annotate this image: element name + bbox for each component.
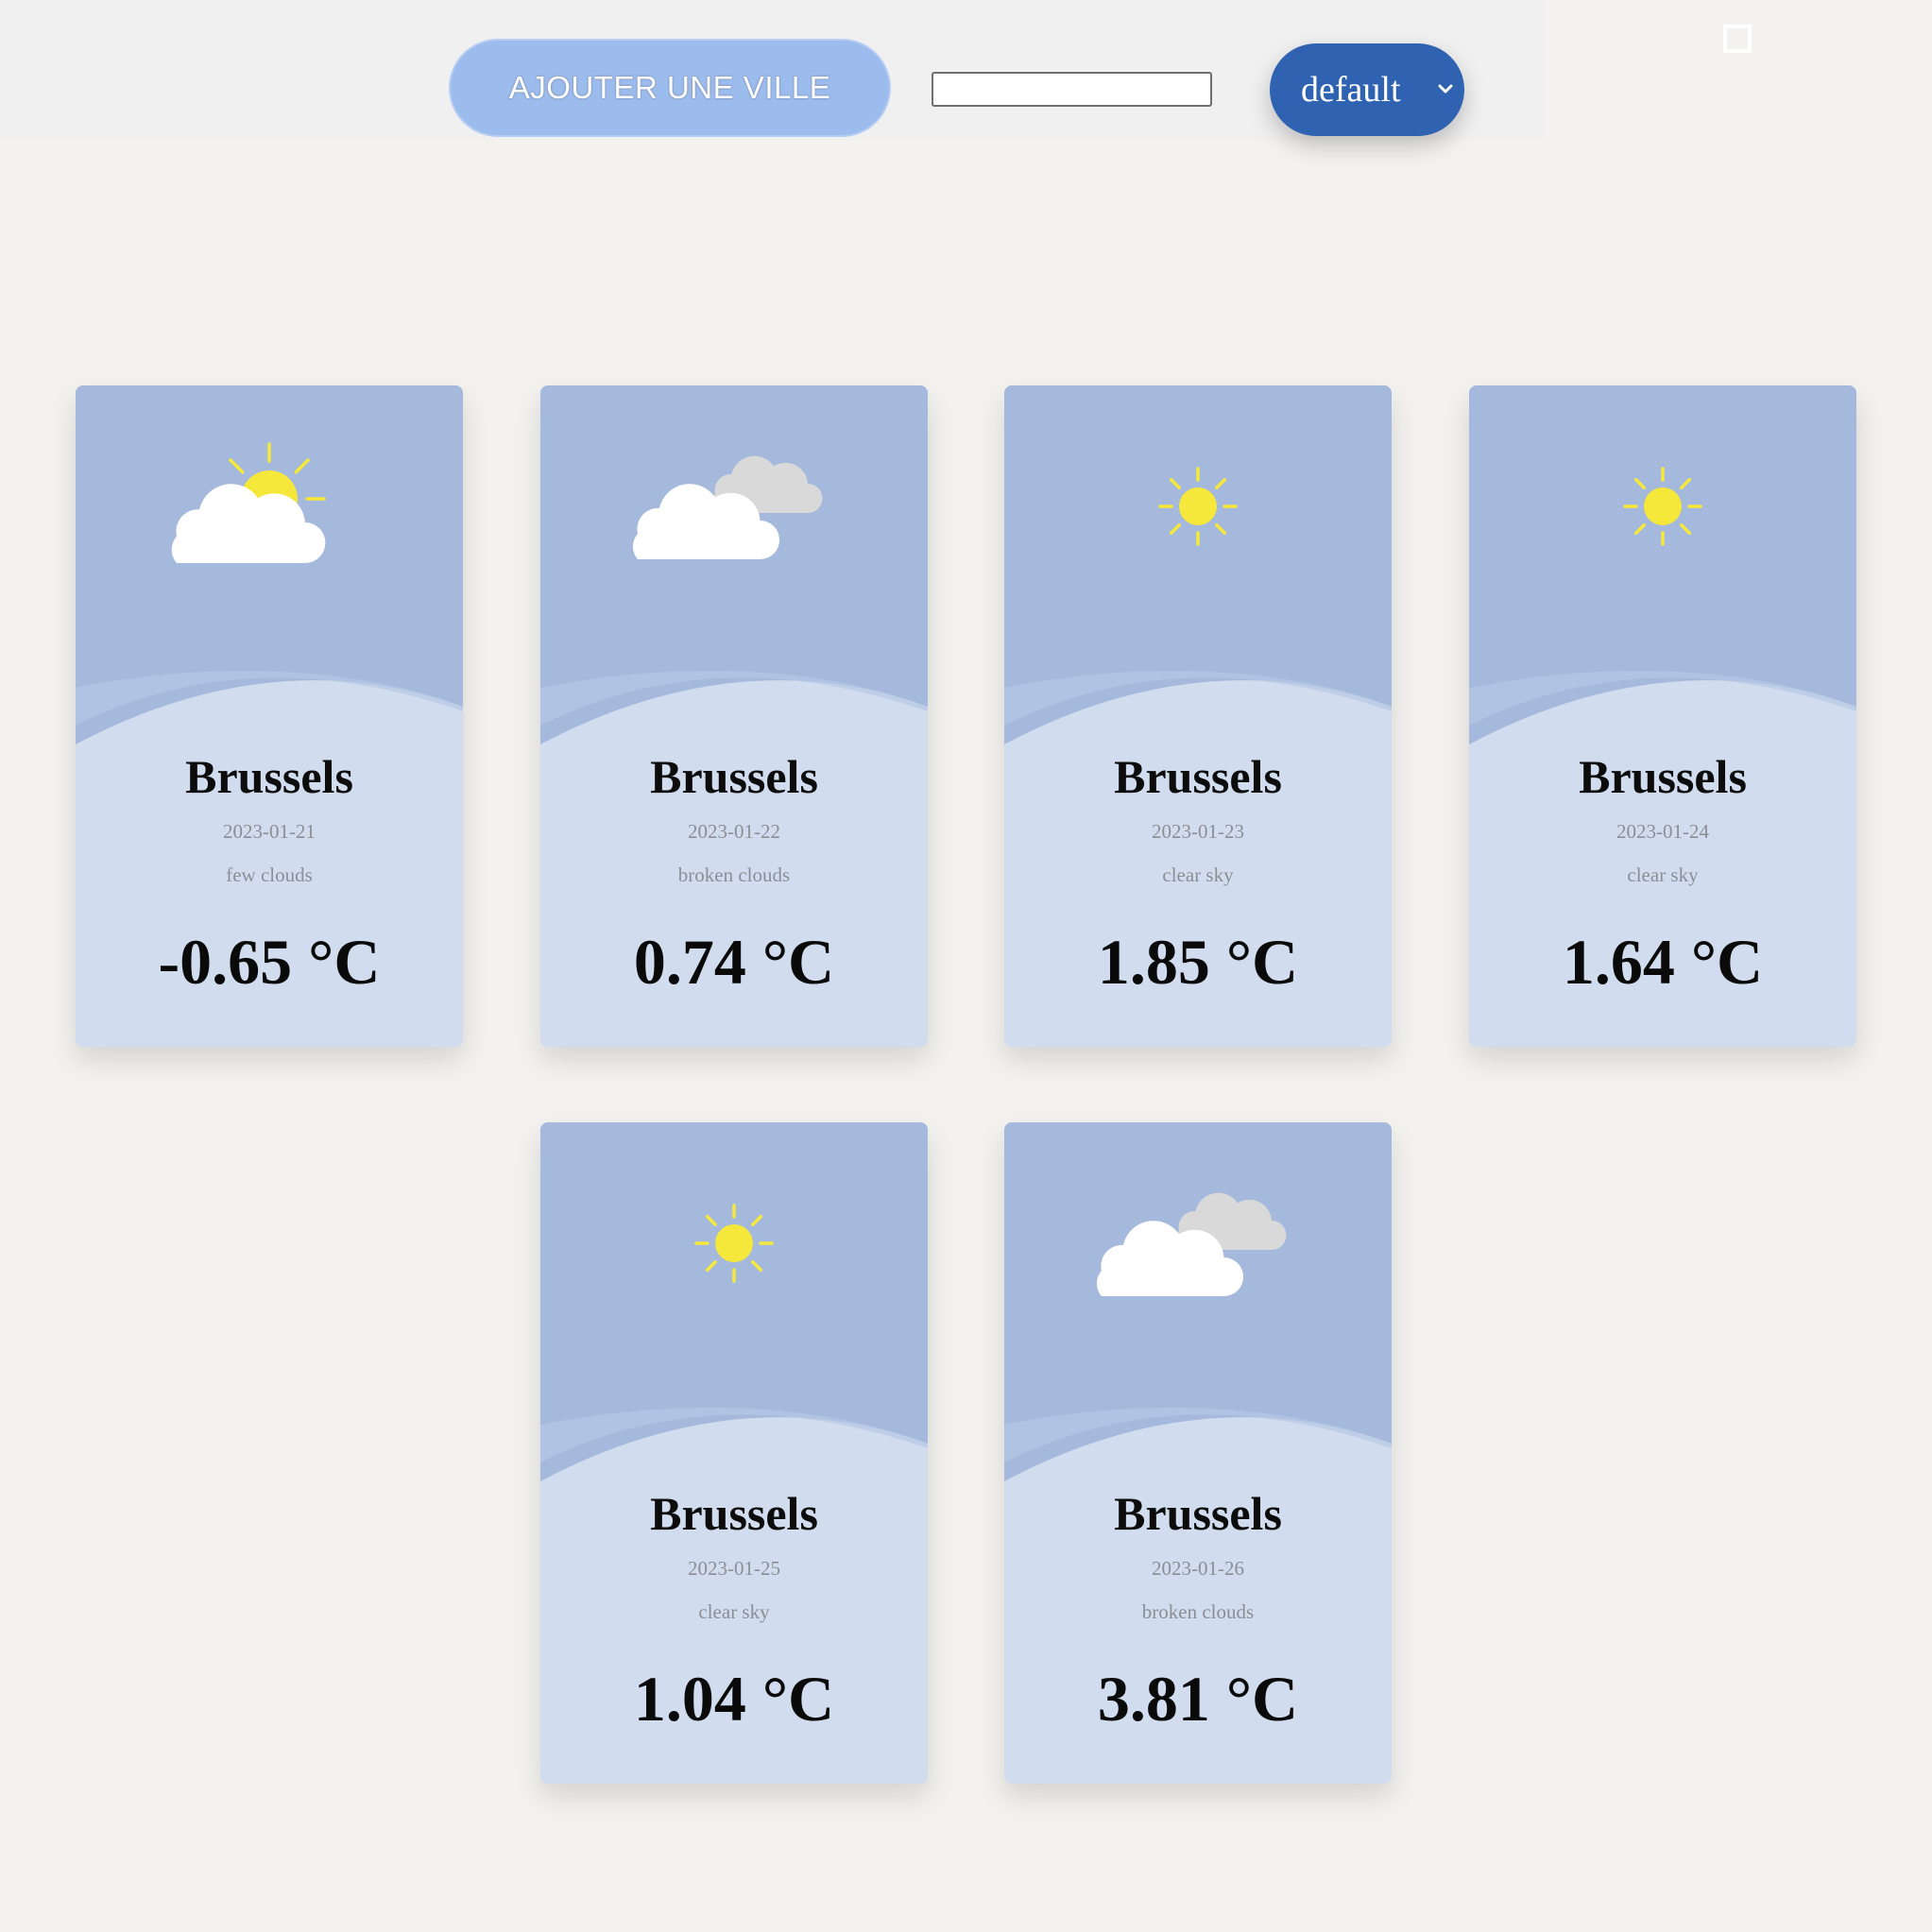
weather-card: Brussels 2023-01-25 clear sky 1.04 °C bbox=[540, 1122, 928, 1784]
card-description: clear sky bbox=[1162, 863, 1234, 886]
weather-card: Brussels 2023-01-21 few clouds -0.65 °C bbox=[76, 385, 463, 1047]
weather-card: Brussels 2023-01-26 broken clouds 3.81 °… bbox=[1004, 1122, 1392, 1784]
card-temperature: 0.74 °C bbox=[633, 926, 835, 998]
sun-behind-cloud-icon bbox=[76, 414, 463, 565]
card-city: Brussels bbox=[1579, 750, 1747, 803]
unit-select[interactable]: default bbox=[1270, 43, 1464, 136]
card-city: Brussels bbox=[650, 1487, 818, 1540]
card-city: Brussels bbox=[650, 750, 818, 803]
card-description: few clouds bbox=[226, 863, 313, 886]
sun-icon bbox=[1004, 414, 1392, 565]
sun-icon bbox=[1469, 414, 1856, 565]
corner-checkbox[interactable] bbox=[1723, 25, 1752, 53]
card-city: Brussels bbox=[185, 750, 353, 803]
card-temperature: 1.85 °C bbox=[1097, 926, 1299, 998]
card-temperature: 1.64 °C bbox=[1562, 926, 1764, 998]
weather-card: Brussels 2023-01-24 clear sky 1.64 °C bbox=[1469, 385, 1856, 1047]
weather-card: Brussels 2023-01-22 broken clouds 0.74 °… bbox=[540, 385, 928, 1047]
card-date: 2023-01-22 bbox=[688, 820, 780, 843]
card-description: clear sky bbox=[698, 1600, 770, 1623]
card-date: 2023-01-26 bbox=[1152, 1557, 1244, 1580]
card-date: 2023-01-25 bbox=[688, 1557, 780, 1580]
card-description: clear sky bbox=[1627, 863, 1699, 886]
card-temperature: 1.04 °C bbox=[633, 1663, 835, 1735]
card-city: Brussels bbox=[1114, 1487, 1282, 1540]
unit-select-value: default bbox=[1301, 70, 1401, 110]
sun-icon bbox=[540, 1151, 928, 1302]
card-description: broken clouds bbox=[1141, 1600, 1255, 1623]
card-date: 2023-01-24 bbox=[1616, 820, 1709, 843]
broken-clouds-icon bbox=[540, 414, 928, 565]
card-date: 2023-01-21 bbox=[223, 820, 316, 843]
city-input[interactable] bbox=[932, 72, 1212, 107]
card-city: Brussels bbox=[1114, 750, 1282, 803]
card-temperature: 3.81 °C bbox=[1097, 1663, 1299, 1735]
chevron-down-icon bbox=[1438, 84, 1453, 94]
card-description: broken clouds bbox=[677, 863, 791, 886]
card-temperature: -0.65 °C bbox=[158, 926, 381, 998]
weather-card: Brussels 2023-01-23 clear sky 1.85 °C bbox=[1004, 385, 1392, 1047]
add-city-button[interactable]: AJOUTER UNE VILLE bbox=[449, 39, 891, 137]
card-date: 2023-01-23 bbox=[1152, 820, 1244, 843]
broken-clouds-icon bbox=[1004, 1151, 1392, 1302]
